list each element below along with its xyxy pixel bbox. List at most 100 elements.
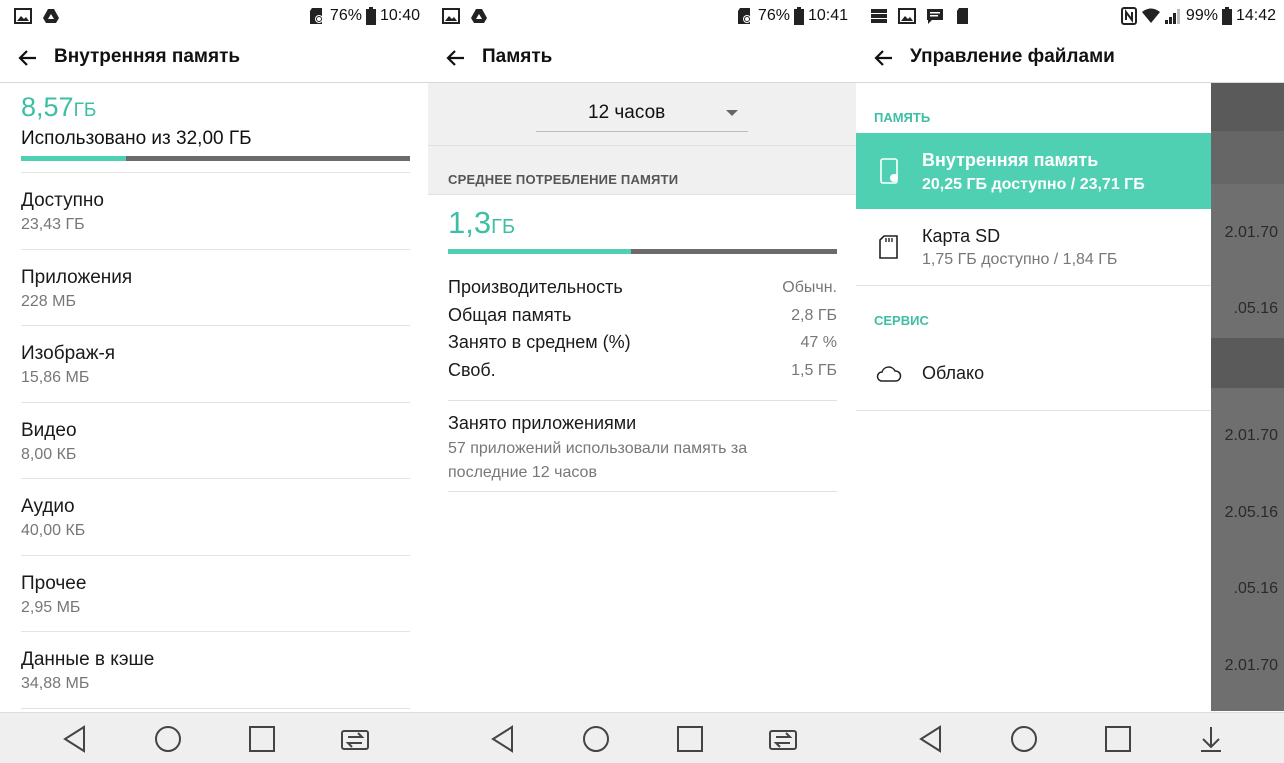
category-size: 2,95 МБ bbox=[21, 598, 81, 616]
category-label: Видео bbox=[21, 419, 77, 441]
background-date: 2.01.70 bbox=[1224, 224, 1278, 241]
home-nav-icon[interactable] bbox=[1009, 724, 1039, 754]
battery-percent: 76% bbox=[757, 7, 790, 24]
divider bbox=[21, 708, 410, 709]
storage-item-sd[interactable]: Карта SD 1,75 ГБ доступно / 1,84 ГБ bbox=[856, 209, 1211, 286]
phone-storage-icon bbox=[880, 158, 898, 184]
page-title: Управление файлами bbox=[910, 46, 1115, 67]
status-bar: 76% 10:40 bbox=[0, 0, 428, 33]
dimmed-header-band bbox=[1211, 83, 1284, 131]
signal-icon bbox=[1164, 9, 1180, 24]
cloud-label: Облако bbox=[922, 363, 985, 383]
sd-sync-icon bbox=[737, 8, 751, 24]
app-bar: Управление файлами bbox=[856, 33, 1284, 83]
category-label: Прочее bbox=[21, 572, 87, 594]
storage-category-item[interactable]: Данные в кэше 34,88 МБ bbox=[21, 631, 410, 708]
file-manager-screen: 99% 14:42 Управление файлами 2.01.70 .05.… bbox=[856, 0, 1284, 763]
memory-stat-row: Общая память 2,8 ГБ bbox=[448, 305, 837, 332]
category-size: 23,43 ГБ bbox=[21, 216, 85, 233]
back-arrow-icon[interactable] bbox=[444, 46, 468, 70]
period-dropdown[interactable]: 12 часов bbox=[536, 100, 748, 132]
category-label: Приложения bbox=[21, 266, 133, 288]
app-bar: Внутренняя память bbox=[0, 33, 428, 83]
avg-memory-value: 1,3ГБ bbox=[448, 205, 516, 240]
notification-pulldown-icon[interactable] bbox=[1196, 724, 1226, 754]
used-of-total: Использовано из 32,00 ГБ bbox=[21, 128, 252, 149]
dimmed-background-list[interactable]: 2.01.70 .05.16 2.01.70 2.05.16 .05.16 2.01.70 bbox=[1211, 83, 1284, 711]
home-nav-icon[interactable] bbox=[581, 724, 611, 754]
period-value: 12 часов bbox=[588, 102, 666, 123]
memory-stat-row: Занято в среднем (%) 47 % bbox=[448, 332, 837, 359]
storage-category-item[interactable]: Аудио 40,00 КБ bbox=[21, 478, 410, 555]
background-date: .05.16 bbox=[1233, 580, 1278, 597]
memory-screen: 76% 10:41 Память 12 часов СРЕДНЕЕ ПОТРЕБ… bbox=[428, 0, 856, 763]
dimmed-header-band bbox=[1211, 338, 1284, 388]
battery-percent: 99% bbox=[1185, 7, 1218, 24]
storage-notification-icon bbox=[871, 9, 887, 23]
drive-notification-icon bbox=[43, 9, 59, 23]
home-nav-icon[interactable] bbox=[153, 724, 183, 754]
page-title: Память bbox=[482, 46, 553, 67]
battery-icon bbox=[793, 7, 804, 25]
storage-item-internal[interactable]: Внутренняя память 20,25 ГБ доступно / 23… bbox=[856, 133, 1211, 209]
background-date: 2.05.16 bbox=[1224, 504, 1278, 521]
category-size: 40,00 КБ bbox=[21, 522, 86, 539]
storage-title: Карта SD bbox=[922, 226, 1001, 246]
message-notification-icon bbox=[927, 9, 943, 24]
stat-value: 47 % bbox=[800, 334, 837, 351]
stat-label: Производительность bbox=[448, 277, 623, 297]
sd-card-notification-icon bbox=[957, 8, 968, 24]
apps-usage-description: 57 приложений использовали память за пос… bbox=[448, 440, 748, 481]
cloud-item[interactable]: Облако bbox=[856, 337, 1211, 411]
gallery-notification-icon bbox=[14, 8, 32, 24]
category-size: 8,00 КБ bbox=[21, 445, 77, 463]
storage-category-item[interactable]: Приложения 228 МБ bbox=[21, 248, 410, 326]
nav-bar bbox=[428, 712, 856, 763]
memory-stat-row: Своб. 1,5 ГБ bbox=[448, 360, 837, 387]
wifi-icon bbox=[1141, 8, 1160, 23]
recents-nav-icon[interactable] bbox=[675, 724, 705, 754]
recents-nav-icon[interactable] bbox=[1103, 724, 1133, 754]
back-nav-icon[interactable] bbox=[60, 724, 90, 754]
storage-title: Внутренняя память bbox=[922, 150, 1099, 170]
stat-value: 2,8 ГБ bbox=[791, 306, 837, 324]
back-arrow-icon[interactable] bbox=[872, 46, 896, 70]
clock: 10:40 bbox=[379, 7, 420, 24]
divider bbox=[428, 194, 856, 195]
category-size: 34,88 МБ bbox=[21, 675, 90, 692]
storage-category-item[interactable]: Доступно 23,43 ГБ bbox=[21, 172, 410, 249]
category-size: 228 МБ bbox=[21, 292, 76, 310]
category-label: Доступно bbox=[21, 190, 104, 211]
gallery-notification-icon bbox=[898, 8, 916, 24]
section-header: СРЕДНЕЕ ПОТРЕБЛЕНИЕ ПАМЯТИ bbox=[448, 172, 679, 187]
storage-category-item[interactable]: Изображ-я 15,86 МБ bbox=[21, 325, 410, 402]
dimmed-band bbox=[1211, 131, 1284, 184]
used-storage-value: 8,57ГБ bbox=[21, 92, 97, 122]
storage-category-item[interactable]: Прочее 2,95 МБ bbox=[21, 554, 410, 632]
memory-usage-fill bbox=[448, 249, 631, 254]
background-date: 2.01.70 bbox=[1224, 657, 1278, 674]
sd-sync-icon bbox=[309, 8, 323, 24]
divider bbox=[448, 491, 837, 492]
nfc-icon bbox=[1120, 7, 1137, 25]
cloud-icon bbox=[876, 366, 902, 382]
sd-card-icon bbox=[879, 235, 898, 259]
category-label: Аудио bbox=[21, 496, 75, 517]
memory-stat-row: Производительность Обычн. bbox=[448, 277, 837, 304]
storage-category-item[interactable]: Видео 8,00 КБ bbox=[21, 401, 410, 479]
divider bbox=[448, 400, 837, 401]
battery-icon bbox=[1221, 7, 1232, 25]
battery-icon bbox=[365, 7, 376, 25]
background-date: .05.16 bbox=[1233, 300, 1278, 317]
stat-label: Общая память bbox=[448, 304, 572, 325]
nav-bar bbox=[0, 712, 428, 763]
storage-usage-bar bbox=[21, 156, 410, 161]
storage-detail: 20,25 ГБ доступно / 23,71 ГБ bbox=[922, 176, 1145, 193]
back-nav-icon[interactable] bbox=[916, 724, 946, 754]
back-nav-icon[interactable] bbox=[488, 724, 518, 754]
stat-value: Обычн. bbox=[782, 279, 837, 296]
back-arrow-icon[interactable] bbox=[16, 46, 40, 70]
recents-nav-icon[interactable] bbox=[247, 724, 277, 754]
dual-window-icon[interactable] bbox=[768, 724, 798, 754]
dual-window-icon[interactable] bbox=[340, 724, 370, 754]
